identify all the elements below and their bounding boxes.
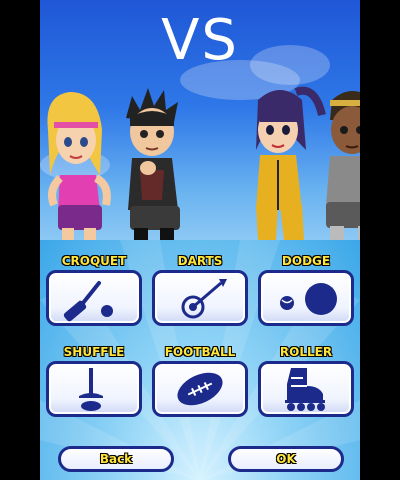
roller-skate-icon [285,368,325,411]
game-tile-dodge[interactable] [258,270,354,326]
game-tile-football[interactable] [152,361,248,417]
game-label-football: FOOTBALL [164,345,236,359]
bottom-screen: CROQUET DARTS DODGE SHUFFLE FOOTBALL ROL… [40,240,360,480]
top-screen: VS [40,0,360,240]
game-tile-roller[interactable] [258,361,354,417]
game-tile-darts[interactable] [152,270,248,326]
croquet-mallet-icon [63,281,113,322]
ok-button[interactable]: OK [228,446,344,472]
back-button[interactable]: Back [58,446,174,472]
game-label-dodge: DODGE [281,254,331,268]
game-label-croquet: CROQUET [61,254,127,268]
game-label-shuffle: SHUFFLE [63,345,125,359]
game-label-darts: DARTS [177,254,223,268]
dodgeball-icon [280,283,337,315]
game-tile-croquet[interactable] [46,270,142,326]
football-icon [177,372,223,406]
shuffleboard-cue-icon [79,368,103,411]
game-label-roller: ROLLER [279,345,333,359]
dart-target-icon [181,279,227,319]
character-blonde-girl [47,86,360,240]
game-tile-shuffle[interactable] [46,361,142,417]
